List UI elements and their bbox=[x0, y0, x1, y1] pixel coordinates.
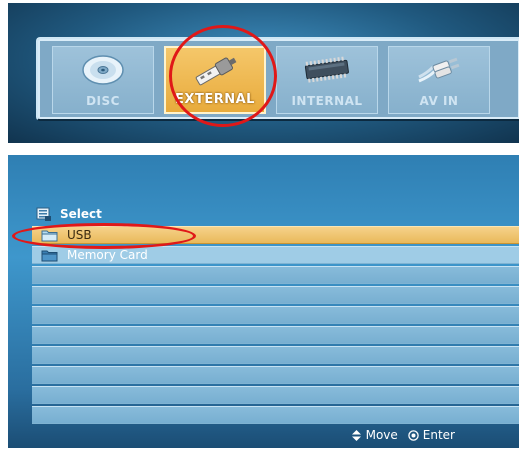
file-list: USB Memory Card bbox=[32, 226, 519, 426]
select-list-icon bbox=[36, 207, 51, 221]
source-label-disc: DISC bbox=[86, 94, 120, 108]
list-item-empty bbox=[32, 286, 519, 304]
list-item-empty bbox=[32, 306, 519, 324]
move-arrows-icon bbox=[351, 429, 361, 441]
source-label-internal: INTERNAL bbox=[291, 94, 363, 108]
list-item-empty bbox=[32, 346, 519, 364]
enter-hint-label: Enter bbox=[422, 428, 455, 442]
source-menu: DISC EXTERNAL INTERNAL AV IN bbox=[36, 37, 519, 121]
source-external[interactable]: EXTERNAL bbox=[164, 46, 266, 114]
list-item-memory-card[interactable]: Memory Card bbox=[32, 246, 519, 264]
av-cable-icon bbox=[418, 57, 460, 83]
disc-icon bbox=[82, 55, 124, 85]
list-item-label: Memory Card bbox=[67, 248, 148, 262]
list-item-usb[interactable]: USB bbox=[32, 226, 519, 244]
source-label-external: EXTERNAL bbox=[175, 92, 255, 107]
file-browser-panel: Select USB Memory Card Move Enter bbox=[8, 155, 519, 448]
browser-header: Select bbox=[36, 205, 102, 223]
move-hint-label: Move bbox=[365, 428, 398, 442]
folder-icon bbox=[41, 230, 58, 241]
usb-plug-icon bbox=[195, 57, 237, 86]
source-internal[interactable]: INTERNAL bbox=[276, 46, 378, 114]
enter-button-icon bbox=[408, 429, 419, 441]
source-label-av-in: AV IN bbox=[419, 94, 459, 108]
list-item-empty bbox=[32, 266, 519, 284]
source-av-in[interactable]: AV IN bbox=[388, 46, 490, 114]
list-item-empty bbox=[32, 406, 519, 424]
source-selection-panel: DISC EXTERNAL INTERNAL AV IN bbox=[8, 3, 519, 143]
memory-chip-icon bbox=[304, 56, 349, 83]
list-item-label: USB bbox=[67, 228, 92, 242]
folder-icon bbox=[41, 250, 58, 261]
list-item-empty bbox=[32, 366, 519, 384]
source-disc[interactable]: DISC bbox=[52, 46, 154, 114]
list-item-empty bbox=[32, 326, 519, 344]
list-item-empty bbox=[32, 386, 519, 404]
browser-title: Select bbox=[60, 207, 102, 221]
footer-hints: Move Enter bbox=[351, 428, 455, 442]
